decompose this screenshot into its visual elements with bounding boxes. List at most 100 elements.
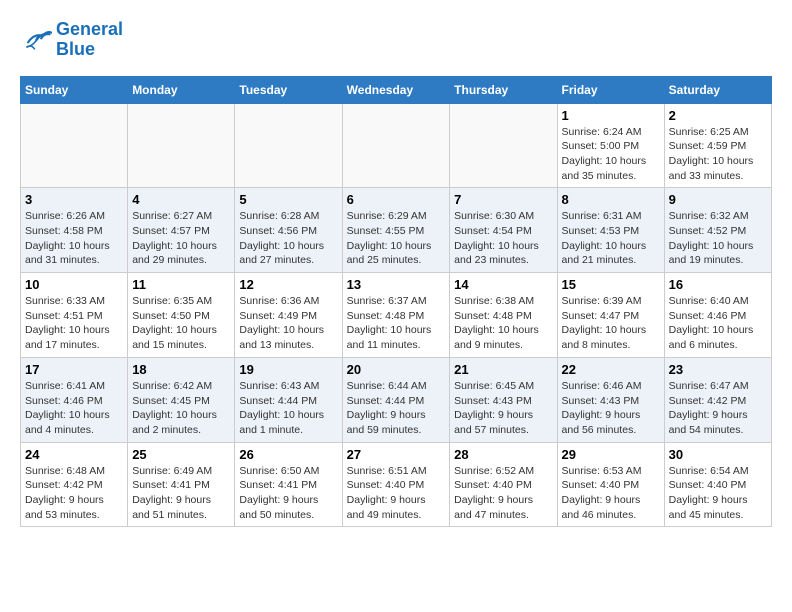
column-header-tuesday: Tuesday <box>235 76 342 103</box>
calendar-cell: 28 Sunrise: 6:52 AM Sunset: 4:40 PM Dayli… <box>450 442 557 527</box>
day-number: 27 <box>347 447 446 462</box>
day-info: Sunrise: 6:29 AM Sunset: 4:55 PM Dayligh… <box>347 209 446 268</box>
day-number: 29 <box>562 447 660 462</box>
day-number: 4 <box>132 192 230 207</box>
calendar-cell <box>342 103 450 188</box>
calendar-cell: 11 Sunrise: 6:35 AM Sunset: 4:50 PM Dayli… <box>128 273 235 358</box>
day-info: Sunrise: 6:45 AM Sunset: 4:43 PM Dayligh… <box>454 379 552 438</box>
day-number: 25 <box>132 447 230 462</box>
day-info: Sunrise: 6:41 AM Sunset: 4:46 PM Dayligh… <box>25 379 123 438</box>
calendar-cell: 16 Sunrise: 6:40 AM Sunset: 4:46 PM Dayli… <box>664 273 771 358</box>
day-info: Sunrise: 6:36 AM Sunset: 4:49 PM Dayligh… <box>239 294 337 353</box>
day-info: Sunrise: 6:54 AM Sunset: 4:40 PM Dayligh… <box>669 464 767 523</box>
calendar-cell <box>128 103 235 188</box>
day-info: Sunrise: 6:28 AM Sunset: 4:56 PM Dayligh… <box>239 209 337 268</box>
day-info: Sunrise: 6:30 AM Sunset: 4:54 PM Dayligh… <box>454 209 552 268</box>
calendar-cell: 20 Sunrise: 6:44 AM Sunset: 4:44 PM Dayli… <box>342 357 450 442</box>
day-info: Sunrise: 6:32 AM Sunset: 4:52 PM Dayligh… <box>669 209 767 268</box>
day-info: Sunrise: 6:27 AM Sunset: 4:57 PM Dayligh… <box>132 209 230 268</box>
day-number: 22 <box>562 362 660 377</box>
calendar-cell <box>235 103 342 188</box>
calendar-cell: 23 Sunrise: 6:47 AM Sunset: 4:42 PM Dayli… <box>664 357 771 442</box>
calendar-cell: 8Sunrise: 6:31 AM Sunset: 4:53 PM Daylig… <box>557 188 664 273</box>
calendar-cell <box>450 103 557 188</box>
calendar-cell: 24 Sunrise: 6:48 AM Sunset: 4:42 PM Dayli… <box>21 442 128 527</box>
column-header-wednesday: Wednesday <box>342 76 450 103</box>
day-number: 6 <box>347 192 446 207</box>
day-info: Sunrise: 6:51 AM Sunset: 4:40 PM Dayligh… <box>347 464 446 523</box>
column-header-sunday: Sunday <box>21 76 128 103</box>
calendar-cell: 18 Sunrise: 6:42 AM Sunset: 4:45 PM Dayli… <box>128 357 235 442</box>
day-number: 7 <box>454 192 552 207</box>
day-number: 15 <box>562 277 660 292</box>
day-info: Sunrise: 6:31 AM Sunset: 4:53 PM Dayligh… <box>562 209 660 268</box>
day-number: 9 <box>669 192 767 207</box>
day-info: Sunrise: 6:50 AM Sunset: 4:41 PM Dayligh… <box>239 464 337 523</box>
day-info: Sunrise: 6:35 AM Sunset: 4:50 PM Dayligh… <box>132 294 230 353</box>
calendar-cell: 3 Sunrise: 6:26 AM Sunset: 4:58 PM Daylig… <box>21 188 128 273</box>
day-number: 20 <box>347 362 446 377</box>
logo-icon <box>20 26 52 54</box>
day-info: Sunrise: 6:37 AM Sunset: 4:48 PM Dayligh… <box>347 294 446 353</box>
day-number: 16 <box>669 277 767 292</box>
day-number: 13 <box>347 277 446 292</box>
day-number: 23 <box>669 362 767 377</box>
calendar-header-row: SundayMondayTuesdayWednesdayThursdayFrid… <box>21 76 772 103</box>
day-number: 18 <box>132 362 230 377</box>
calendar-cell: 4 Sunrise: 6:27 AM Sunset: 4:57 PM Daylig… <box>128 188 235 273</box>
week-row-2: 3 Sunrise: 6:26 AM Sunset: 4:58 PM Daylig… <box>21 188 772 273</box>
day-info: Sunrise: 6:47 AM Sunset: 4:42 PM Dayligh… <box>669 379 767 438</box>
day-info: Sunrise: 6:52 AM Sunset: 4:40 PM Dayligh… <box>454 464 552 523</box>
day-number: 5 <box>239 192 337 207</box>
day-number: 24 <box>25 447 123 462</box>
calendar-cell: 10Sunrise: 6:33 AM Sunset: 4:51 PM Dayli… <box>21 273 128 358</box>
calendar-cell: 30 Sunrise: 6:54 AM Sunset: 4:40 PM Dayli… <box>664 442 771 527</box>
column-header-friday: Friday <box>557 76 664 103</box>
day-info: Sunrise: 6:44 AM Sunset: 4:44 PM Dayligh… <box>347 379 446 438</box>
day-info: Sunrise: 6:25 AM Sunset: 4:59 PM Dayligh… <box>669 125 767 184</box>
logo: General Blue <box>20 20 123 60</box>
calendar-cell: 13 Sunrise: 6:37 AM Sunset: 4:48 PM Dayli… <box>342 273 450 358</box>
calendar-cell: 26 Sunrise: 6:50 AM Sunset: 4:41 PM Dayli… <box>235 442 342 527</box>
day-info: Sunrise: 6:33 AM Sunset: 4:51 PM Dayligh… <box>25 294 123 353</box>
day-info: Sunrise: 6:39 AM Sunset: 4:47 PM Dayligh… <box>562 294 660 353</box>
day-number: 11 <box>132 277 230 292</box>
day-number: 26 <box>239 447 337 462</box>
day-number: 3 <box>25 192 123 207</box>
day-number: 14 <box>454 277 552 292</box>
day-number: 28 <box>454 447 552 462</box>
day-info: Sunrise: 6:49 AM Sunset: 4:41 PM Dayligh… <box>132 464 230 523</box>
calendar-table: SundayMondayTuesdayWednesdayThursdayFrid… <box>20 76 772 528</box>
logo-text: General Blue <box>56 20 123 60</box>
day-info: Sunrise: 6:48 AM Sunset: 4:42 PM Dayligh… <box>25 464 123 523</box>
day-info: Sunrise: 6:26 AM Sunset: 4:58 PM Dayligh… <box>25 209 123 268</box>
calendar-cell: 15 Sunrise: 6:39 AM Sunset: 4:47 PM Dayli… <box>557 273 664 358</box>
day-number: 1 <box>562 108 660 123</box>
calendar-cell: 9 Sunrise: 6:32 AM Sunset: 4:52 PM Daylig… <box>664 188 771 273</box>
day-number: 21 <box>454 362 552 377</box>
calendar-cell: 25 Sunrise: 6:49 AM Sunset: 4:41 PM Dayli… <box>128 442 235 527</box>
calendar-cell: 27 Sunrise: 6:51 AM Sunset: 4:40 PM Dayli… <box>342 442 450 527</box>
week-row-3: 10Sunrise: 6:33 AM Sunset: 4:51 PM Dayli… <box>21 273 772 358</box>
calendar-cell <box>21 103 128 188</box>
day-info: Sunrise: 6:38 AM Sunset: 4:48 PM Dayligh… <box>454 294 552 353</box>
calendar-cell: 6 Sunrise: 6:29 AM Sunset: 4:55 PM Daylig… <box>342 188 450 273</box>
day-info: Sunrise: 6:53 AM Sunset: 4:40 PM Dayligh… <box>562 464 660 523</box>
calendar-cell: 14 Sunrise: 6:38 AM Sunset: 4:48 PM Dayli… <box>450 273 557 358</box>
day-number: 30 <box>669 447 767 462</box>
calendar-cell: 29 Sunrise: 6:53 AM Sunset: 4:40 PM Dayli… <box>557 442 664 527</box>
day-number: 12 <box>239 277 337 292</box>
day-info: Sunrise: 6:46 AM Sunset: 4:43 PM Dayligh… <box>562 379 660 438</box>
calendar-cell: 22 Sunrise: 6:46 AM Sunset: 4:43 PM Dayli… <box>557 357 664 442</box>
calendar-cell: 5 Sunrise: 6:28 AM Sunset: 4:56 PM Daylig… <box>235 188 342 273</box>
column-header-monday: Monday <box>128 76 235 103</box>
calendar-cell: 17Sunrise: 6:41 AM Sunset: 4:46 PM Dayli… <box>21 357 128 442</box>
calendar-cell: 2Sunrise: 6:25 AM Sunset: 4:59 PM Daylig… <box>664 103 771 188</box>
day-info: Sunrise: 6:42 AM Sunset: 4:45 PM Dayligh… <box>132 379 230 438</box>
calendar-cell: 7 Sunrise: 6:30 AM Sunset: 4:54 PM Daylig… <box>450 188 557 273</box>
calendar-cell: 19Sunrise: 6:43 AM Sunset: 4:44 PM Dayli… <box>235 357 342 442</box>
day-info: Sunrise: 6:40 AM Sunset: 4:46 PM Dayligh… <box>669 294 767 353</box>
day-info: Sunrise: 6:24 AM Sunset: 5:00 PM Dayligh… <box>562 125 660 184</box>
column-header-thursday: Thursday <box>450 76 557 103</box>
calendar-cell: 1 Sunrise: 6:24 AM Sunset: 5:00 PM Daylig… <box>557 103 664 188</box>
